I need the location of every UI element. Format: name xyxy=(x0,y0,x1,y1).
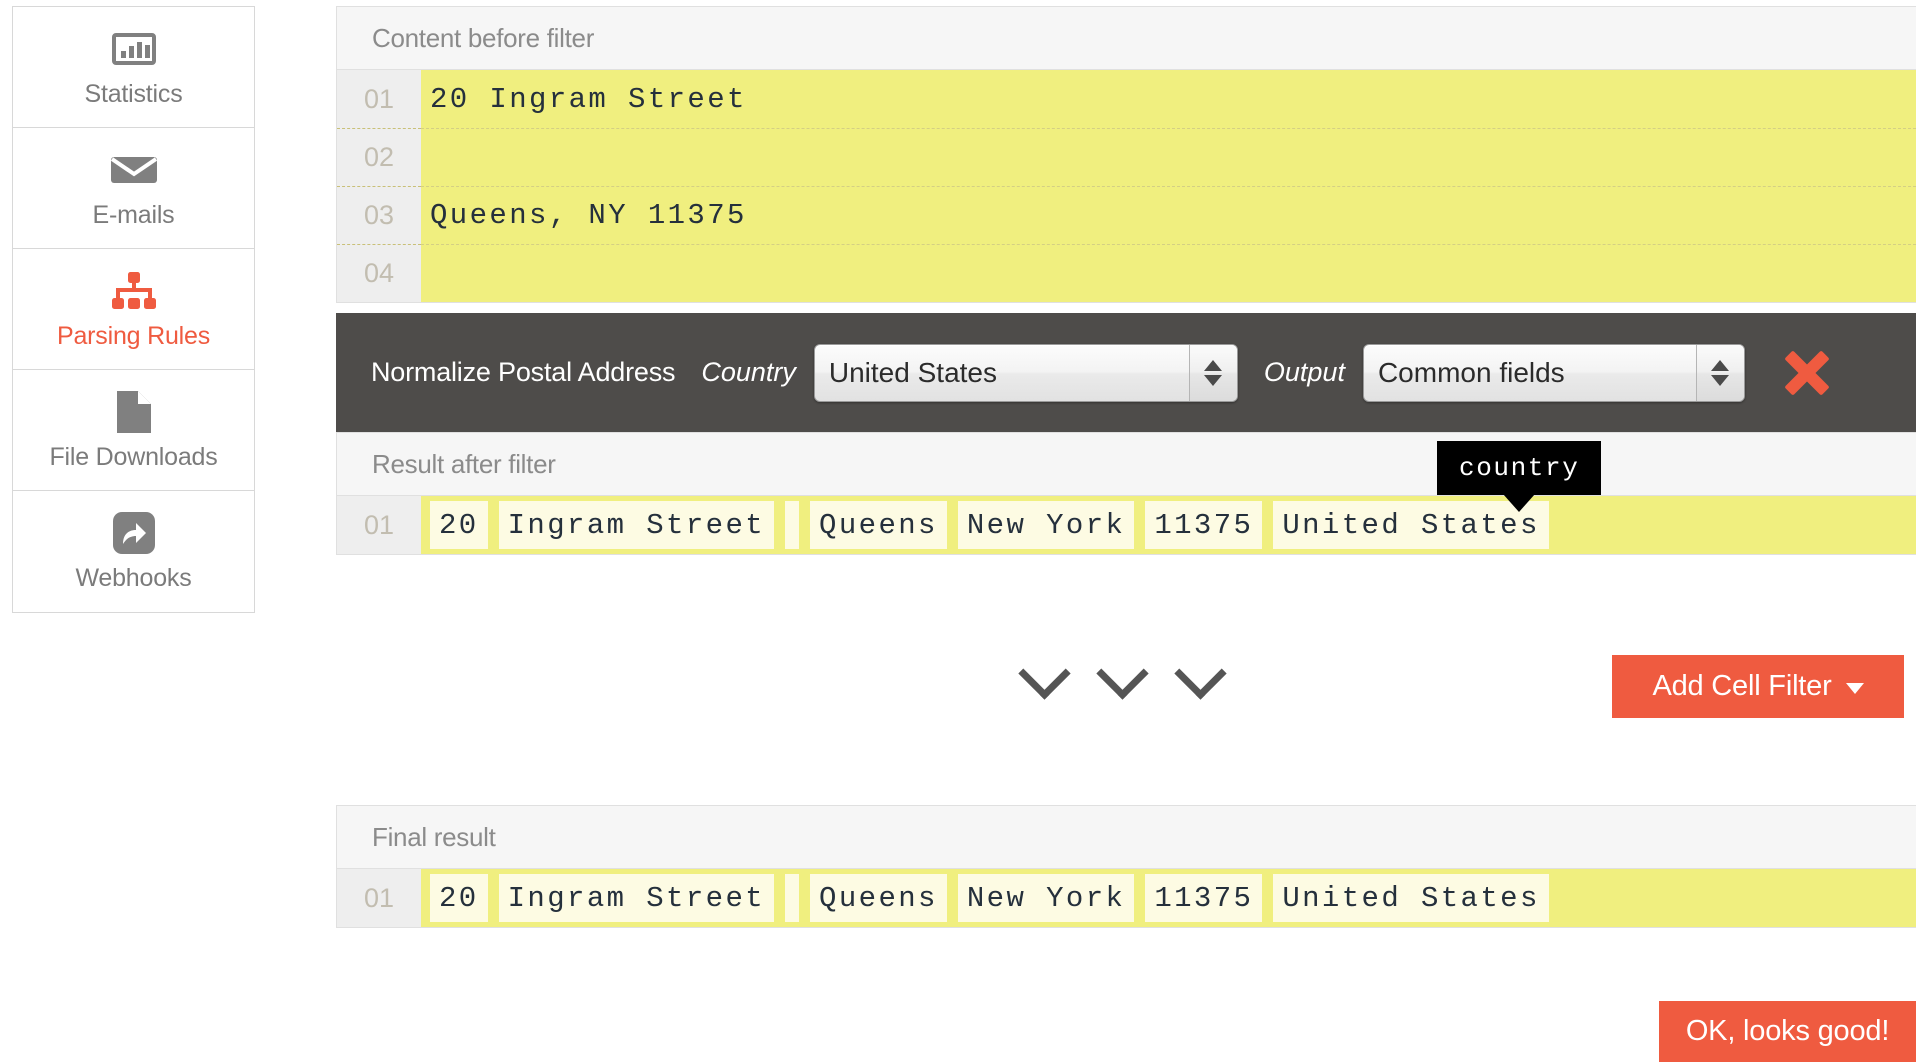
panel-title: Final result xyxy=(337,806,1916,869)
chevron-down-icon xyxy=(1098,655,1144,681)
final-result-row: 01 20 Ingram Street Queens New York 1137… xyxy=(337,869,1916,927)
final-result-cell[interactable]: Queens xyxy=(810,874,947,922)
result-row: 01 20 Ingram Street Queens New York 1137… xyxy=(337,496,1916,554)
ok-looks-good-button[interactable]: OK, looks good! xyxy=(1659,1001,1916,1062)
chevron-down-icon xyxy=(1020,655,1066,681)
flow-chevrons xyxy=(1020,655,1222,681)
output-select-value: Common fields xyxy=(1377,356,1565,388)
result-after-filter-panel: Result after filter 01 20 Ingram Street … xyxy=(336,432,1916,555)
sidebar-item-label: Webhooks xyxy=(75,564,192,592)
result-cells: 20 Ingram Street Queens New York 11375 U… xyxy=(421,496,1916,554)
code-line: 04 xyxy=(337,244,1916,302)
result-cell[interactable]: Queens xyxy=(810,501,947,549)
final-result-cell[interactable]: United States xyxy=(1273,874,1549,922)
stepper-arrows-icon[interactable] xyxy=(1188,344,1237,401)
line-text[interactable]: Queens, NY 11375 xyxy=(421,186,1916,244)
sidebar-item-label: Parsing Rules xyxy=(56,321,211,350)
final-result-cell[interactable]: 11375 xyxy=(1145,874,1263,922)
add-cell-filter-label: Add Cell Filter xyxy=(1652,670,1832,702)
sidebar-item-parsing-rules[interactable]: Parsing Rules xyxy=(13,249,254,370)
file-icon xyxy=(116,389,151,435)
line-text[interactable] xyxy=(421,244,1916,302)
sidebar-item-emails[interactable]: E-mails xyxy=(13,128,254,249)
filter-title: Normalize Postal Address xyxy=(371,357,676,387)
final-result-cell[interactable]: 20 xyxy=(430,874,488,922)
result-cell[interactable]: 20 xyxy=(430,501,488,549)
before-filter-lines: 01 20 Ingram Street 02 03 Queens, NY 113… xyxy=(337,70,1916,302)
caret-down-icon xyxy=(1845,683,1864,694)
bar-chart-icon xyxy=(111,26,156,72)
caret-down-icon xyxy=(1711,374,1730,386)
line-number: 02 xyxy=(337,128,421,186)
final-result-cell[interactable]: New York xyxy=(957,874,1135,922)
caret-up-icon xyxy=(1204,359,1223,371)
line-number: 01 xyxy=(337,496,421,554)
share-icon xyxy=(112,510,155,556)
line-text[interactable] xyxy=(421,128,1916,186)
sidebar-item-file-downloads[interactable]: File Downloads xyxy=(13,370,254,491)
sidebar-item-label: Statistics xyxy=(84,79,183,108)
sidebar-item-label: File Downloads xyxy=(49,442,218,471)
final-result-cell[interactable]: Ingram Street xyxy=(498,874,775,922)
caret-up-icon xyxy=(1711,359,1730,371)
final-result-cells: 20 Ingram Street Queens New York 11375 U… xyxy=(421,869,1916,927)
line-number: 03 xyxy=(337,186,421,244)
final-result-cell[interactable] xyxy=(785,874,800,922)
line-number: 01 xyxy=(337,869,421,927)
sidebar-item-webhooks[interactable]: Webhooks xyxy=(13,491,254,612)
close-x-icon[interactable] xyxy=(1781,347,1833,399)
parsing-rules-screen: Statistics E-mails Parsing Rules File Do… xyxy=(0,0,1916,1062)
sidebar-item-statistics[interactable]: Statistics xyxy=(13,7,254,128)
line-text[interactable]: 20 Ingram Street xyxy=(421,70,1916,128)
panel-title: Result after filter xyxy=(337,433,1916,496)
line-number: 04 xyxy=(337,244,421,302)
line-number: 01 xyxy=(337,70,421,128)
envelope-icon xyxy=(110,147,157,193)
sidebar-nav: Statistics E-mails Parsing Rules File Do… xyxy=(12,6,255,613)
result-cell[interactable]: Ingram Street xyxy=(498,501,775,549)
final-result-panel: Final result 01 20 Ingram Street Queens … xyxy=(336,805,1916,928)
panel-title: Content before filter xyxy=(337,7,1916,70)
country-select[interactable]: United States xyxy=(813,343,1238,402)
output-label: Output xyxy=(1263,357,1345,387)
stepper-arrows-icon[interactable] xyxy=(1695,344,1744,401)
country-select-value: United States xyxy=(828,356,997,388)
cell-tooltip: country xyxy=(1437,441,1602,495)
result-cell[interactable] xyxy=(785,501,800,549)
add-cell-filter-button[interactable]: Add Cell Filter xyxy=(1612,655,1904,718)
content-before-filter-panel: Content before filter 01 20 Ingram Stree… xyxy=(336,6,1916,303)
ok-button-label: OK, looks good! xyxy=(1685,1015,1890,1047)
caret-down-icon xyxy=(1204,374,1223,386)
tooltip-text: country xyxy=(1459,453,1580,483)
code-line: 02 xyxy=(337,128,1916,186)
result-cell[interactable]: New York xyxy=(957,501,1135,549)
chevron-down-icon xyxy=(1176,655,1222,681)
result-cell[interactable]: 11375 xyxy=(1145,501,1263,549)
sidebar-item-label: E-mails xyxy=(92,200,175,229)
country-label: Country xyxy=(701,357,796,387)
filter-bar: Normalize Postal Address Country United … xyxy=(336,313,1916,432)
code-line: 01 20 Ingram Street xyxy=(337,70,1916,128)
output-select[interactable]: Common fields xyxy=(1362,343,1745,402)
code-line: 03 Queens, NY 11375 xyxy=(337,186,1916,244)
sitemap-icon xyxy=(111,268,156,314)
